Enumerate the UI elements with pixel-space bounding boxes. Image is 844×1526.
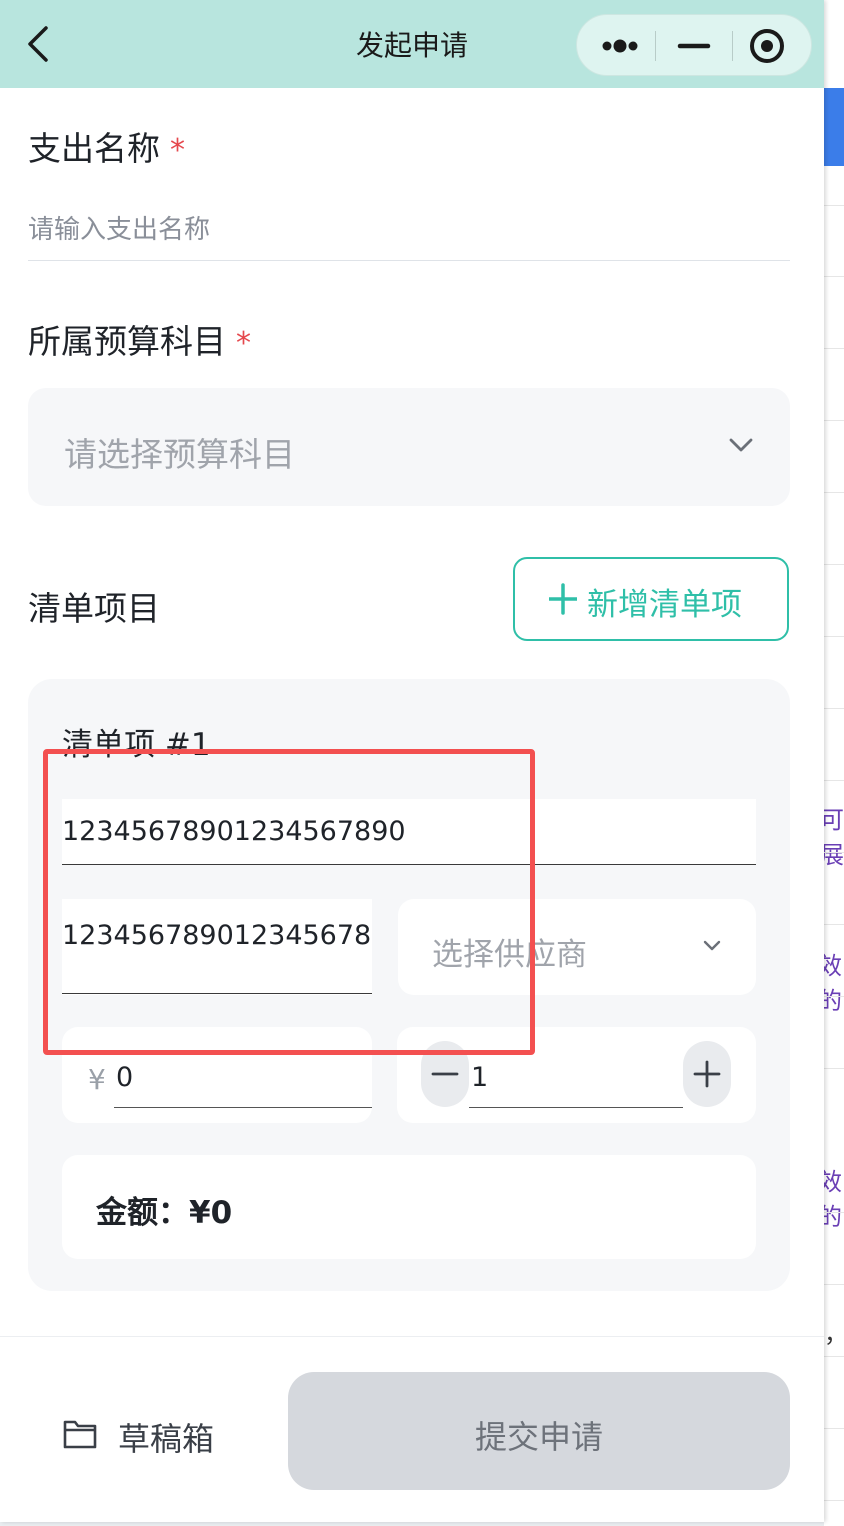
amount-total: 金额：¥0 [96, 1195, 233, 1231]
submit-button[interactable]: 提交申请 [288, 1372, 790, 1490]
input-underline [469, 1107, 683, 1108]
item-name-input[interactable] [62, 813, 752, 849]
required-asterisk: * [236, 326, 251, 361]
price-field: ¥ [62, 1027, 372, 1123]
quantity-stepper [397, 1027, 756, 1123]
more-dots-icon [602, 39, 638, 53]
background-divider [824, 636, 844, 637]
budget-subject-placeholder: 请选择预算科目 [64, 435, 295, 474]
required-asterisk: * [170, 133, 185, 168]
close-miniprogram-button[interactable] [733, 15, 811, 77]
background-divider [824, 1356, 844, 1357]
supplier-placeholder: 选择供应商 [432, 937, 587, 973]
background-divider [824, 852, 844, 853]
add-list-item-label: 新增清单项 [587, 587, 742, 623]
background-divider [824, 1068, 844, 1069]
price-input[interactable] [116, 1059, 366, 1095]
plus-icon [549, 583, 577, 615]
budget-subject-label: 所属预算科目 * [28, 315, 251, 363]
capsule-menu [576, 14, 812, 76]
plus-icon [693, 1060, 721, 1088]
more-button[interactable] [577, 15, 655, 77]
background-divider [824, 996, 844, 997]
background-text-fragment: 效的 [824, 1168, 842, 1231]
increase-button[interactable] [683, 1041, 731, 1107]
supplier-select[interactable]: 选择供应商 [398, 899, 756, 995]
expense-name-label-text: 支出名称 [28, 129, 160, 168]
drafts-label: 草稿箱 [118, 1420, 215, 1458]
background-divider [824, 1212, 844, 1213]
expense-name-label: 支出名称 * [28, 122, 185, 170]
minus-icon [677, 43, 711, 49]
list-item-title: 清单项 #1 [62, 727, 211, 763]
budget-subject-label-text: 所属预算科目 [28, 322, 226, 361]
submit-label: 提交申请 [474, 1418, 603, 1456]
background-divider [824, 1500, 844, 1501]
target-circle-icon [750, 29, 784, 63]
background-divider [824, 924, 844, 925]
background-blue-bar [824, 88, 844, 166]
background-text-fragment: 效的 [824, 952, 842, 1015]
background-divider [824, 708, 844, 709]
chevron-down-icon [703, 940, 721, 951]
amount-row: 金额：¥0 [62, 1155, 756, 1259]
item-spec-input[interactable] [62, 917, 370, 953]
input-underline [62, 993, 372, 994]
background-divider [824, 348, 844, 349]
bottom-divider [0, 1336, 824, 1337]
background-divider [824, 420, 844, 421]
folder-icon [63, 1420, 97, 1449]
minimize-button[interactable] [656, 15, 732, 77]
drafts-button[interactable]: 草稿箱 [62, 1410, 214, 1460]
background-divider [824, 1428, 844, 1429]
background-divider [824, 564, 844, 565]
add-list-item-button[interactable]: 新增清单项 [513, 557, 789, 641]
background-text-fragment: ， [824, 1314, 844, 1349]
background-window: 可展 效的 效的 ， [824, 0, 844, 1526]
mini-program-window: 发起申请 支出名称 * 请输入支出名称 所属预算科目 * 请选择预算科目 清单项… [0, 0, 824, 1522]
input-underline [62, 864, 756, 865]
background-divider [824, 205, 844, 206]
currency-symbol: ¥ [88, 1063, 106, 1096]
list-item-card: 清单项 #1 选择供应商 ¥ [28, 679, 790, 1291]
budget-subject-select[interactable]: 请选择预算科目 [28, 388, 790, 506]
chevron-down-icon [729, 438, 753, 452]
background-divider [824, 780, 844, 781]
background-divider [824, 276, 844, 277]
background-text-fragment: 可展 [824, 806, 844, 869]
decrease-button[interactable] [421, 1041, 469, 1107]
item-name-field [62, 799, 756, 865]
input-underline [114, 1107, 372, 1108]
minus-icon [431, 1072, 459, 1076]
item-spec-field [62, 899, 372, 995]
list-section-label: 清单项目 [28, 589, 160, 628]
background-divider [824, 492, 844, 493]
expense-name-input[interactable] [28, 200, 790, 261]
background-divider [824, 1284, 844, 1285]
quantity-input[interactable] [471, 1059, 671, 1095]
navigation-bar: 发起申请 [0, 0, 824, 88]
